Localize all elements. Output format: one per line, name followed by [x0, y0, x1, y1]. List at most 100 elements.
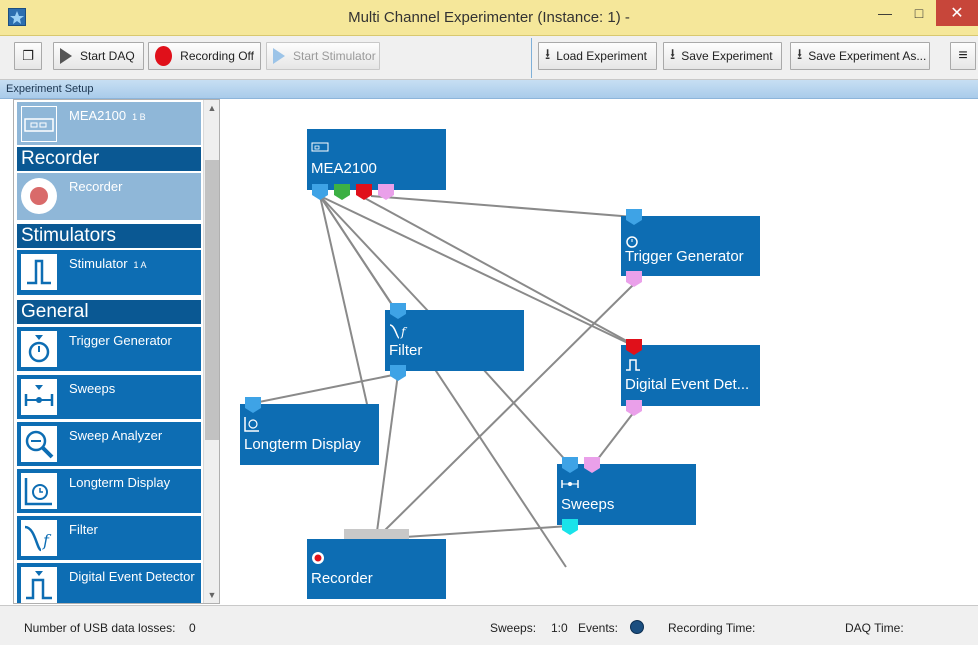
- window-restore-icon: ❐: [22, 48, 34, 63]
- palette-item-label: Sweeps: [69, 381, 116, 396]
- node-label: MEA2100: [311, 160, 377, 177]
- experiment-canvas[interactable]: MEA2100 Trigger Generator f Filter Digit…: [221, 99, 978, 605]
- maximize-icon[interactable]: □: [902, 0, 936, 26]
- svg-text:f: f: [42, 531, 52, 550]
- port-output-blue[interactable]: [390, 365, 406, 381]
- port-input-red[interactable]: [626, 339, 642, 355]
- palette-item-longterm-display[interactable]: Longterm Display: [17, 469, 201, 513]
- port-output-cyan[interactable]: [562, 519, 578, 535]
- start-daq-button[interactable]: Start DAQ: [53, 42, 144, 70]
- record-icon: [155, 46, 173, 66]
- port-input-blue[interactable]: [245, 397, 261, 413]
- restore-view-button[interactable]: ❐: [14, 42, 42, 70]
- sweeps-value: 1:0: [551, 621, 568, 635]
- recording-time-label: Recording Time:: [668, 621, 756, 635]
- palette-item-label: Digital Event Detector: [69, 569, 195, 584]
- palette-item-sweep-analyzer[interactable]: Sweep Analyzer: [17, 422, 201, 466]
- window-title: Multi Channel Experimenter (Instance: 1)…: [348, 9, 630, 26]
- port-input-blue[interactable]: [390, 303, 406, 319]
- wire: [482, 368, 570, 465]
- palette-scrollbar[interactable]: ▲ ▼: [203, 100, 219, 603]
- scroll-thumb[interactable]: [205, 160, 219, 440]
- upload-icon: ⭳: [545, 45, 551, 63]
- node-mea2100[interactable]: MEA2100: [307, 129, 446, 190]
- close-icon[interactable]: ✕: [936, 0, 978, 26]
- palette-item-trigger-generator[interactable]: Trigger Generator: [17, 327, 201, 371]
- minimize-icon[interactable]: —: [868, 0, 902, 26]
- node-filter[interactable]: f Filter: [385, 310, 524, 371]
- device-index: 1 B: [132, 112, 146, 122]
- hamburger-icon: ≡: [958, 47, 968, 64]
- stopwatch-icon: [21, 331, 57, 367]
- sweeps-label: Sweeps:: [490, 621, 537, 635]
- node-label: Trigger Generator: [625, 248, 744, 265]
- node-label: Sweeps: [561, 496, 615, 513]
- palette-item-label: Longterm Display: [69, 475, 171, 490]
- wire: [370, 195, 635, 218]
- download-icon: ⭳: [797, 45, 803, 63]
- magnifier-icon: [21, 426, 57, 462]
- port-input-blue[interactable]: [562, 457, 578, 473]
- start-stimulator-button[interactable]: Start Stimulator: [266, 42, 380, 70]
- port-output-red[interactable]: [356, 184, 372, 200]
- port-output-pink[interactable]: [626, 271, 642, 287]
- scroll-up-icon[interactable]: ▲: [204, 100, 219, 116]
- palette-item-sweeps[interactable]: Sweeps: [17, 375, 201, 419]
- palette-item-label: Recorder: [69, 179, 123, 194]
- scroll-down-icon[interactable]: ▼: [204, 587, 219, 603]
- port-output-pink[interactable]: [626, 400, 642, 416]
- node-recorder[interactable]: Recorder: [307, 539, 446, 599]
- usb-losses-label: Number of USB data losses:: [24, 621, 176, 635]
- recording-toggle-button[interactable]: Recording Off: [148, 42, 261, 70]
- pulse-icon: [21, 567, 57, 603]
- title-bar: Multi Channel Experimenter (Instance: 1)…: [0, 0, 978, 36]
- pulse-icon: [625, 357, 641, 374]
- node-trigger-generator[interactable]: Trigger Generator: [621, 216, 760, 276]
- event-indicator-icon: [630, 620, 644, 634]
- category-recorder: Recorder: [17, 147, 201, 171]
- filter-icon: f: [389, 322, 411, 343]
- palette-item-recorder[interactable]: Recorder: [17, 173, 201, 220]
- palette-item-label: MEA2100: [69, 108, 127, 123]
- palette-item-label: Sweep Analyzer: [69, 428, 163, 443]
- play-icon: [60, 48, 72, 64]
- palette-item-filter[interactable]: f Filter: [17, 516, 201, 560]
- save-experiment-as-button[interactable]: ⭳ Save Experiment As...: [790, 42, 930, 70]
- download-icon: ⭳: [670, 45, 676, 63]
- save-experiment-as-label: Save Experiment As...: [808, 49, 927, 63]
- node-label: Recorder: [311, 570, 373, 587]
- filter-icon: f: [21, 520, 57, 556]
- palette-item-label: Trigger Generator: [69, 333, 172, 348]
- menu-button[interactable]: ≡: [950, 42, 976, 70]
- port-input-pink[interactable]: [584, 457, 600, 473]
- port-input-blue[interactable]: [626, 209, 642, 225]
- palette-item-label: Stimulator: [69, 256, 128, 271]
- node-label: Digital Event Det...: [625, 376, 750, 393]
- wire: [375, 373, 399, 540]
- palette-item-mea2100[interactable]: MEA2100 1 B: [17, 102, 201, 145]
- recording-label: Recording Off: [180, 49, 254, 63]
- clock-chart-icon: [21, 473, 57, 509]
- record-icon: [21, 178, 57, 214]
- node-longterm-display[interactable]: Longterm Display: [240, 404, 379, 465]
- device-icon: [311, 141, 329, 156]
- port-output-pink[interactable]: [378, 184, 394, 200]
- load-experiment-button[interactable]: ⭳ Load Experiment: [538, 42, 657, 70]
- record-icon: [311, 551, 325, 568]
- palette-item-digital-event-detector[interactable]: Digital Event Detector: [17, 563, 201, 603]
- status-bar: Number of USB data losses: 0 Sweeps: 1:0…: [0, 605, 978, 645]
- device-icon: [21, 106, 57, 142]
- save-experiment-button[interactable]: ⭳ Save Experiment: [663, 42, 782, 70]
- node-sweeps[interactable]: Sweeps: [557, 464, 696, 525]
- component-palette: MEA2100 1 B Recorder Recorder Stimulators…: [13, 99, 220, 604]
- port-output-blue[interactable]: [312, 184, 328, 200]
- events-label: Events:: [578, 621, 619, 635]
- category-stimulators: Stimulators: [17, 224, 201, 248]
- palette-item-stimulator[interactable]: Stimulator 1 A: [17, 250, 201, 295]
- node-label: Filter: [389, 342, 423, 359]
- experiment-setup-header: Experiment Setup: [0, 80, 978, 99]
- port-output-green[interactable]: [334, 184, 350, 200]
- wire: [253, 373, 399, 404]
- wire: [593, 411, 635, 465]
- sweep-icon: [561, 477, 579, 492]
